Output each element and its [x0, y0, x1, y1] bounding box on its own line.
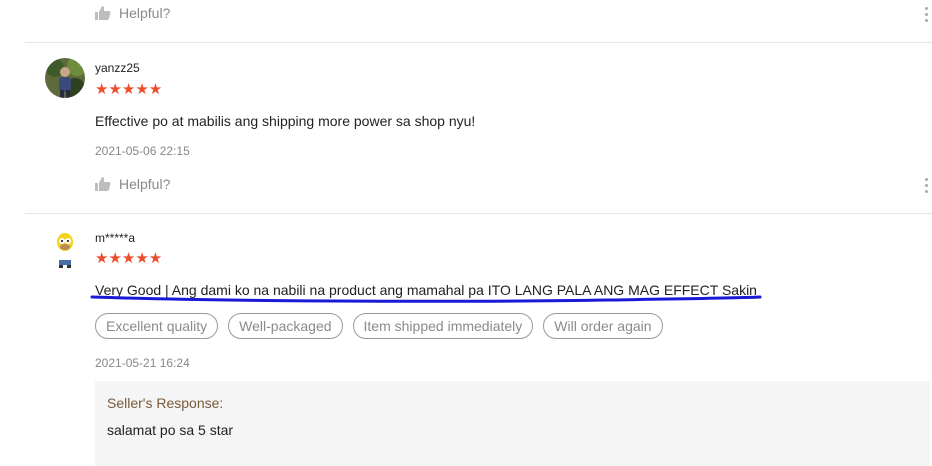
seller-response-text: salamat po sa 5 star	[107, 422, 234, 438]
helpful-label: Helpful?	[119, 176, 171, 192]
avatar[interactable]	[45, 58, 85, 98]
star-rating: ★★★★★	[95, 81, 163, 98]
thumbs-up-icon	[95, 177, 111, 191]
review-date: 2021-05-21 16:24	[95, 356, 190, 370]
more-vertical-icon[interactable]	[924, 7, 930, 23]
divider	[25, 42, 932, 43]
more-vertical-icon[interactable]	[924, 178, 930, 194]
star-rating: ★★★★★	[95, 250, 163, 267]
helpful-button[interactable]: Helpful?	[95, 5, 170, 21]
review-date: 2021-05-06 22:15	[95, 144, 190, 158]
helpful-label: Helpful?	[119, 5, 171, 21]
tag-item-shipped-immediately: Item shipped immediately	[352, 313, 534, 339]
thumbs-up-icon	[95, 6, 111, 20]
tag-will-order-again: Will order again	[543, 313, 663, 339]
avatar[interactable]	[52, 232, 78, 268]
tag-excellent-quality: Excellent quality	[95, 313, 219, 339]
helpful-button[interactable]: Helpful?	[95, 176, 170, 192]
review-text: Very Good | Ang dami ko na nabili na pro…	[95, 282, 757, 298]
review-text: Effective po at mabilis ang shipping mor…	[95, 113, 476, 129]
seller-response: Seller's Response: salamat po sa 5 star	[95, 381, 930, 466]
divider	[25, 213, 932, 214]
username: m*****a	[95, 231, 136, 245]
tag-well-packaged: Well-packaged	[228, 313, 343, 339]
username: yanzz25	[95, 61, 140, 75]
seller-response-label: Seller's Response:	[107, 395, 224, 411]
review-tags: Excellent quality Well-packaged Item shi…	[95, 313, 663, 339]
